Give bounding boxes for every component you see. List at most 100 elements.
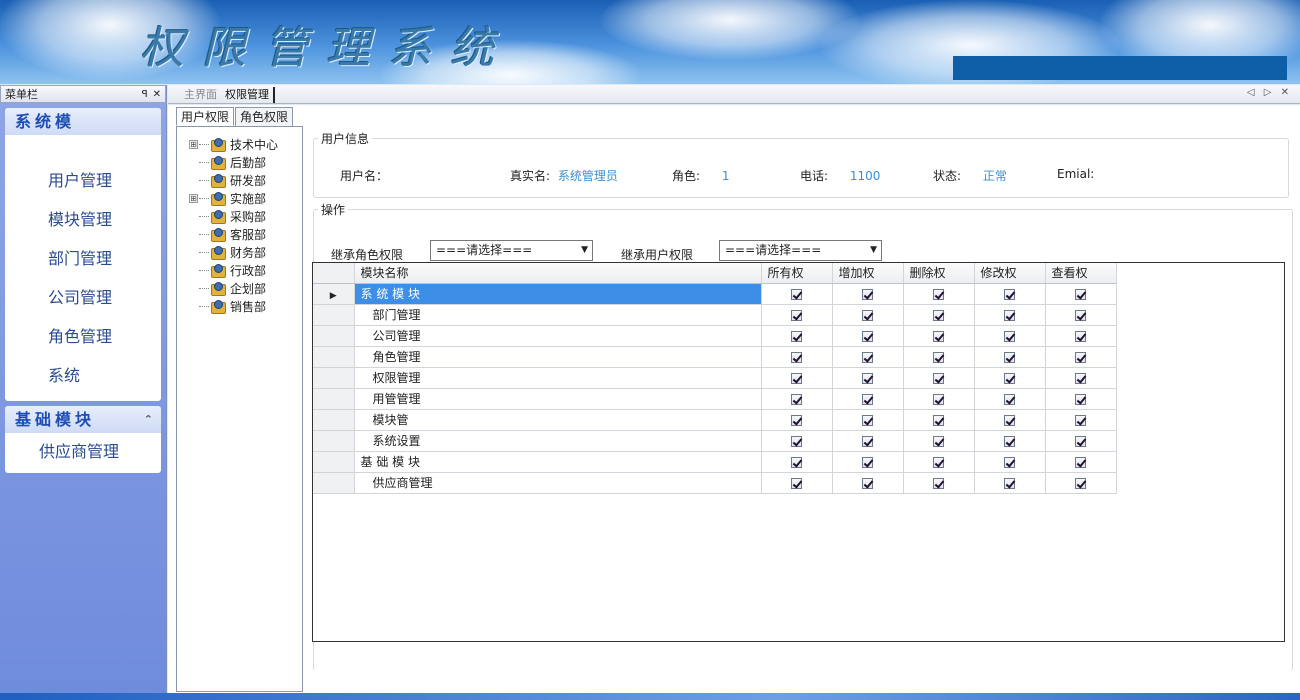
menu-item-role-management[interactable]: 角色管理 <box>5 317 161 356</box>
pin-icon[interactable]: ꟼ <box>142 89 148 100</box>
permission-checkbox[interactable] <box>1004 393 1015 405</box>
permission-checkbox[interactable] <box>1075 309 1086 321</box>
tab-main[interactable]: 主界面 <box>180 87 221 103</box>
tree-node[interactable]: 客服部 <box>177 225 302 243</box>
permission-checkbox[interactable] <box>933 330 944 342</box>
permission-checkbox[interactable] <box>1004 351 1015 363</box>
tree-node[interactable]: 行政部 <box>177 261 302 279</box>
row-header[interactable] <box>313 325 355 347</box>
permission-checkbox[interactable] <box>1004 309 1015 321</box>
permission-checkbox[interactable] <box>791 477 802 489</box>
menu-item-supplier-management[interactable]: 供应商管理 <box>5 435 161 469</box>
row-header[interactable] <box>313 451 355 473</box>
table-row[interactable]: ▶ 系 统 模 块 <box>313 283 1117 305</box>
permission-checkbox[interactable] <box>1075 393 1086 405</box>
module-name-cell[interactable]: 角色管理 <box>354 346 762 368</box>
permission-checkbox[interactable] <box>791 393 802 405</box>
permission-checkbox[interactable] <box>1004 330 1015 342</box>
permission-checkbox[interactable] <box>933 351 944 363</box>
permission-checkbox[interactable] <box>791 435 802 447</box>
table-row[interactable]: 模块管 <box>313 409 1117 431</box>
permission-checkbox[interactable] <box>933 477 944 489</box>
tree-node[interactable]: 研发部 <box>177 171 302 189</box>
row-header[interactable] <box>313 388 355 410</box>
tree-node[interactable]: 后勤部 <box>177 153 302 171</box>
tab-nav-controls[interactable]: ◁ ▷ ✕ <box>1247 87 1292 98</box>
permission-checkbox[interactable] <box>1004 435 1015 447</box>
permission-checkbox[interactable] <box>862 435 873 447</box>
row-header[interactable] <box>313 304 355 326</box>
row-header[interactable] <box>313 346 355 368</box>
permission-checkbox[interactable] <box>862 393 873 405</box>
permission-checkbox[interactable] <box>862 351 873 363</box>
tree-node[interactable]: 财务部 <box>177 243 302 261</box>
tree-node[interactable]: 采购部 <box>177 207 302 225</box>
permission-checkbox[interactable] <box>862 414 873 426</box>
permission-checkbox[interactable] <box>1075 414 1086 426</box>
table-row[interactable]: 权限管理 <box>313 367 1117 389</box>
row-header[interactable]: ▶ <box>313 283 355 305</box>
permission-checkbox[interactable] <box>791 309 802 321</box>
menu-item-user-management[interactable]: 用户管理 <box>5 161 161 200</box>
permission-checkbox[interactable] <box>933 414 944 426</box>
permission-checkbox[interactable] <box>933 372 944 384</box>
permission-checkbox[interactable] <box>1075 435 1086 447</box>
permission-checkbox[interactable] <box>933 288 944 300</box>
permission-checkbox[interactable] <box>1004 414 1015 426</box>
expand-icon[interactable]: ⊞ <box>189 139 198 149</box>
module-name-cell[interactable]: 公司管理 <box>354 325 762 347</box>
permission-checkbox[interactable] <box>862 477 873 489</box>
inherit-role-select[interactable]: ===请选择=== ▼ <box>430 240 593 261</box>
permission-checkbox[interactable] <box>791 288 802 300</box>
module-name-cell[interactable]: 模块管 <box>354 409 762 431</box>
permission-checkbox[interactable] <box>933 456 944 468</box>
table-row[interactable]: 基 础 模 块 <box>313 451 1117 473</box>
row-header[interactable] <box>313 430 355 452</box>
permission-checkbox[interactable] <box>791 351 802 363</box>
menu-item-module-management[interactable]: 模块管理 <box>5 200 161 239</box>
row-header[interactable] <box>313 367 355 389</box>
permission-checkbox[interactable] <box>1004 456 1015 468</box>
tab-role-permission[interactable]: 角色权限 <box>235 107 294 126</box>
permission-checkbox[interactable] <box>862 456 873 468</box>
permission-checkbox[interactable] <box>933 393 944 405</box>
menu-item-department-management[interactable]: 部门管理 <box>5 239 161 278</box>
module-name-cell[interactable]: 系统设置 <box>354 430 762 452</box>
tab-permission-management[interactable]: 权限管理 <box>221 87 275 103</box>
permission-checkbox[interactable] <box>933 435 944 447</box>
permission-checkbox[interactable] <box>1075 372 1086 384</box>
column-header-edit[interactable]: 修改权 <box>974 263 1046 284</box>
permission-checkbox[interactable] <box>791 330 802 342</box>
permission-checkbox[interactable] <box>1075 288 1086 300</box>
permission-checkbox[interactable] <box>1075 456 1086 468</box>
permission-checkbox[interactable] <box>1075 477 1086 489</box>
table-row[interactable]: 角色管理 <box>313 346 1117 368</box>
permission-checkbox[interactable] <box>933 309 944 321</box>
module-name-cell[interactable]: 供应商管理 <box>354 472 762 494</box>
row-header[interactable] <box>313 472 355 494</box>
permission-checkbox[interactable] <box>1004 477 1015 489</box>
tree-node[interactable]: 企划部 <box>177 279 302 297</box>
menu-group-title-system[interactable]: 系统模 <box>5 108 161 135</box>
module-name-cell[interactable]: 用管管理 <box>354 388 762 410</box>
menu-group-title-basic[interactable]: 基础模块 ⌃ <box>5 406 161 433</box>
column-header-view[interactable]: 查看权 <box>1045 263 1117 284</box>
permission-checkbox[interactable] <box>791 372 802 384</box>
permission-checkbox[interactable] <box>1075 351 1086 363</box>
column-header-add[interactable]: 增加权 <box>832 263 904 284</box>
permission-checkbox[interactable] <box>862 288 873 300</box>
permission-checkbox[interactable] <box>1004 372 1015 384</box>
column-header-delete[interactable]: 删除权 <box>903 263 975 284</box>
module-name-cell[interactable]: 系 统 模 块 <box>354 283 762 305</box>
table-row[interactable]: 公司管理 <box>313 325 1117 347</box>
table-row[interactable]: 部门管理 <box>313 304 1117 326</box>
row-header[interactable] <box>313 409 355 431</box>
table-row[interactable]: 用管管理 <box>313 388 1117 410</box>
column-header-module-name[interactable]: 模块名称 <box>354 263 762 284</box>
permission-checkbox[interactable] <box>1075 330 1086 342</box>
permission-checkbox[interactable] <box>791 456 802 468</box>
close-icon[interactable]: ✕ <box>153 89 161 100</box>
tree-node[interactable]: ⊞ 技术中心 <box>177 135 302 153</box>
tree-node[interactable]: 销售部 <box>177 297 302 315</box>
table-row[interactable]: 系统设置 <box>313 430 1117 452</box>
